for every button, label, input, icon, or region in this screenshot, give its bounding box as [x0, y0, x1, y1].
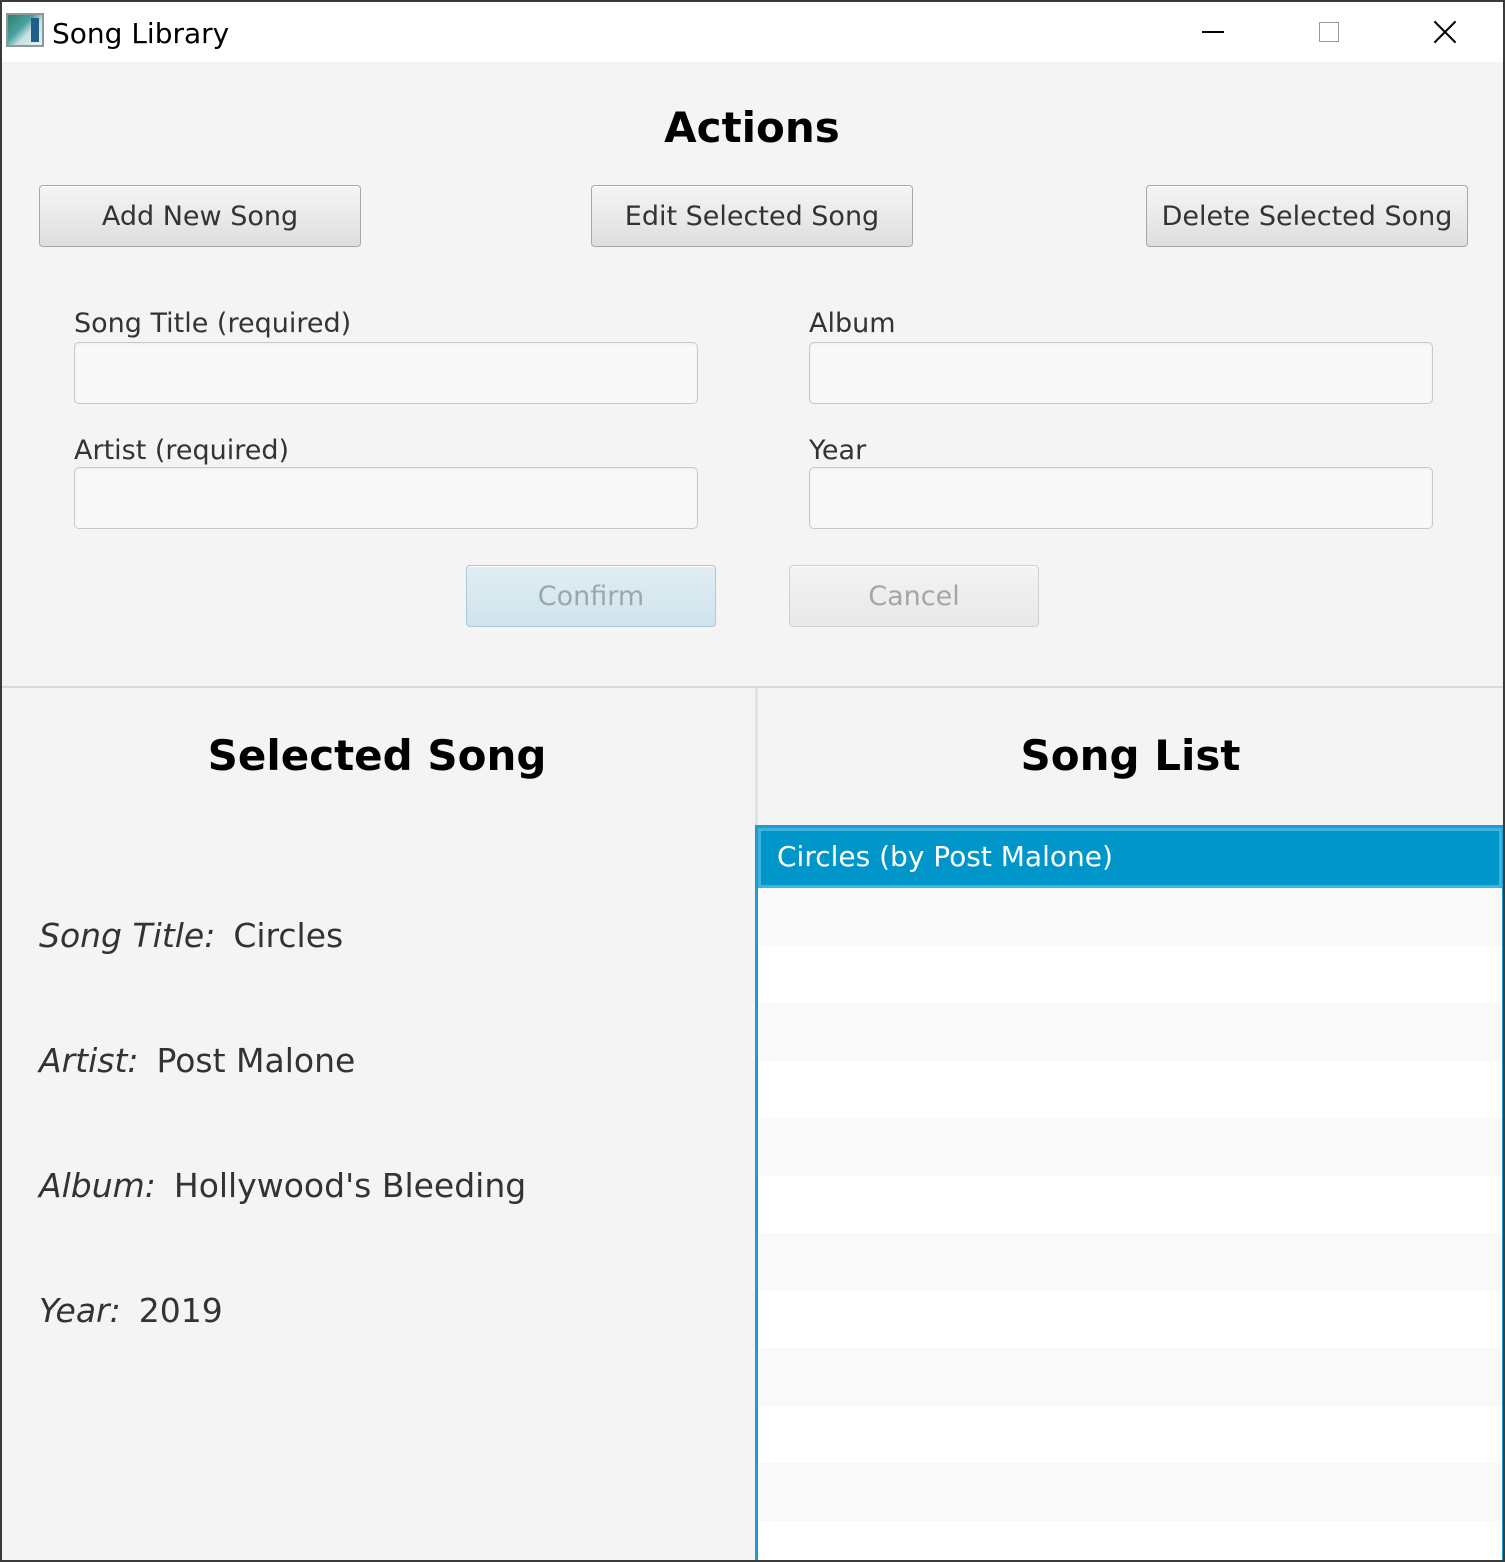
detail-song-title-key: Song Title:: [39, 916, 216, 955]
window-title: Song Library: [52, 17, 230, 50]
close-icon: [1433, 20, 1457, 44]
delete-selected-song-button[interactable]: Delete Selected Song: [1146, 185, 1468, 247]
artist-label: Artist (required): [74, 435, 290, 466]
detail-album: Album: Hollywood's Bleeding: [39, 1165, 526, 1207]
list-item-empty[interactable]: [758, 1405, 1502, 1463]
list-item-empty[interactable]: [758, 1290, 1502, 1348]
edit-selected-song-button[interactable]: Edit Selected Song: [591, 185, 913, 247]
title-bar[interactable]: Song Library: [2, 2, 1503, 62]
list-item-empty[interactable]: [758, 1520, 1502, 1560]
list-item-empty[interactable]: [758, 1060, 1502, 1118]
song-list-heading: Song List: [1020, 731, 1241, 780]
song-list[interactable]: Circles (by Post Malone): [755, 825, 1503, 1560]
detail-year: Year: 2019: [39, 1290, 223, 1332]
list-item-empty[interactable]: [758, 1463, 1502, 1521]
close-button[interactable]: [1387, 2, 1503, 62]
horizontal-divider: [2, 686, 1503, 688]
minimize-icon: [1202, 31, 1224, 33]
list-item-empty[interactable]: [758, 1175, 1502, 1233]
actions-heading: Actions: [664, 103, 840, 152]
list-item-empty[interactable]: [758, 1003, 1502, 1061]
list-item-empty[interactable]: [758, 1233, 1502, 1291]
detail-album-key: Album:: [39, 1166, 156, 1205]
detail-album-value: Hollywood's Bleeding: [173, 1166, 527, 1205]
minimize-button[interactable]: [1155, 2, 1271, 62]
list-item-empty[interactable]: [758, 945, 1502, 1003]
album-label: Album: [809, 308, 896, 339]
app-window: Song Library Actions Add New Song Edit S…: [0, 0, 1505, 1562]
year-label: Year: [809, 435, 867, 466]
detail-song-title-value: Circles: [233, 916, 344, 955]
list-item-empty[interactable]: [758, 1118, 1502, 1176]
cancel-button[interactable]: Cancel: [789, 565, 1039, 627]
album-input[interactable]: [809, 342, 1433, 404]
selected-song-heading: Selected Song: [207, 731, 547, 780]
maximize-button[interactable]: [1271, 2, 1387, 62]
song-title-input[interactable]: [74, 342, 698, 404]
song-title-label: Song Title (required): [74, 308, 352, 339]
detail-artist-key: Artist:: [39, 1041, 139, 1080]
maximize-icon: [1319, 22, 1339, 42]
detail-song-title: Song Title: Circles: [39, 915, 343, 957]
artist-input[interactable]: [74, 467, 698, 529]
confirm-button[interactable]: Confirm: [466, 565, 716, 627]
detail-artist: Artist: Post Malone: [39, 1040, 355, 1082]
app-icon: [6, 13, 44, 47]
year-input[interactable]: [809, 467, 1433, 529]
add-new-song-button[interactable]: Add New Song: [39, 185, 361, 247]
list-item-empty[interactable]: [758, 888, 1502, 946]
detail-artist-value: Post Malone: [156, 1041, 356, 1080]
detail-year-value: 2019: [138, 1291, 223, 1330]
list-item-empty[interactable]: [758, 1348, 1502, 1406]
list-item[interactable]: Circles (by Post Malone): [758, 828, 1502, 888]
detail-year-key: Year:: [39, 1291, 121, 1330]
